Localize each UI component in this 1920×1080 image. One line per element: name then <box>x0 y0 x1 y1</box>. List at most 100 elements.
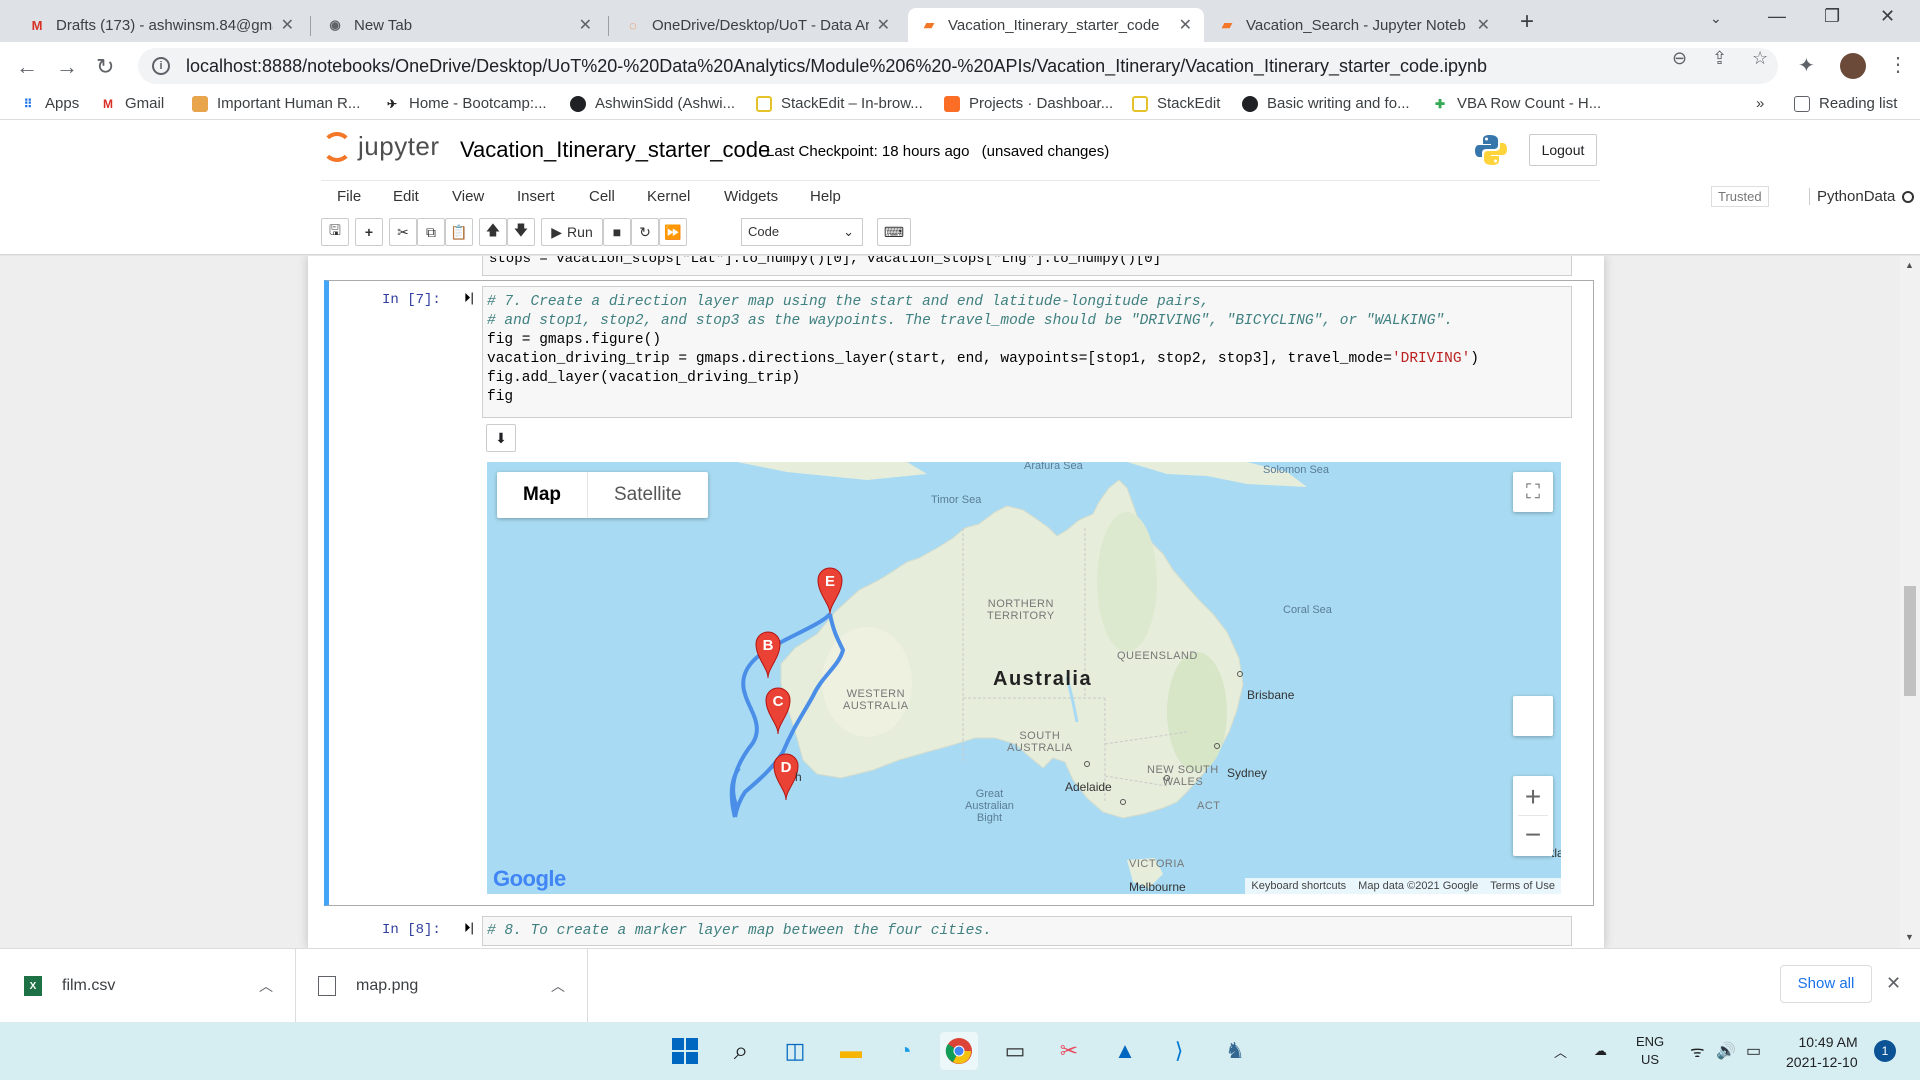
bookmark-basic-writing[interactable]: Basic writing and fo... <box>1242 95 1410 112</box>
extensions-icon[interactable]: ✦ <box>1798 53 1815 78</box>
map-type-map-button[interactable]: Map <box>497 472 588 518</box>
clock[interactable]: 10:49 AM 2021-12-10 <box>1786 1032 1858 1072</box>
onedrive-tray[interactable]: ☁ <box>1594 1022 1607 1080</box>
zoom-out-button[interactable]: − <box>1525 816 1541 854</box>
run-button[interactable]: ▶ Run <box>541 218 603 246</box>
download-item-map-png[interactable]: map.png ︿ <box>296 949 588 1023</box>
download-map-button[interactable]: ⬇ <box>486 424 516 452</box>
cell-type-select[interactable]: Code ⌄ <box>741 218 863 246</box>
map-type-satellite-button[interactable]: Satellite <box>588 472 708 518</box>
bookmark-github-ashwin[interactable]: AshwinSidd (Ashwi... <box>570 95 735 112</box>
chrome-taskbar-button[interactable] <box>940 1032 978 1070</box>
logout-button[interactable]: Logout <box>1529 134 1597 166</box>
close-window-button[interactable]: ✕ <box>1880 6 1895 27</box>
search-taskbar-button[interactable]: ⌕ <box>722 1032 760 1070</box>
bookmark-gmail[interactable]: M Gmail <box>100 95 164 112</box>
show-all-downloads-button[interactable]: Show all <box>1780 965 1872 1003</box>
close-icon[interactable]: ✕ <box>281 15 294 35</box>
save-button[interactable]: 🖫 <box>321 218 349 246</box>
menu-kernel[interactable]: Kernel <box>647 188 690 205</box>
run-indicator-icon[interactable]: ⏵| <box>464 920 474 936</box>
cell-7-input[interactable]: # 7. Create a direction layer map using … <box>482 286 1572 418</box>
close-icon[interactable]: ✕ <box>1477 15 1490 35</box>
cut-cell-button[interactable]: ✂ <box>389 218 417 246</box>
bookmark-human-resources[interactable]: Important Human R... <box>192 95 360 112</box>
copy-cell-button[interactable]: ⧉ <box>417 218 445 246</box>
menu-insert[interactable]: Insert <box>517 188 555 205</box>
trusted-indicator[interactable]: Trusted <box>1711 186 1769 207</box>
site-info-icon[interactable]: i <box>152 57 170 75</box>
fullscreen-button[interactable]: ⛶ <box>1513 472 1553 512</box>
tab-vacation-itinerary[interactable]: ▰ Vacation_Itinerary_starter_code ✕ <box>908 8 1204 42</box>
tab-gmail[interactable]: M Drafts (173) - ashwinsm.84@gma ✕ <box>16 8 306 42</box>
notebook-name[interactable]: Vacation_Itinerary_starter_code <box>460 137 770 163</box>
tab-vacation-search[interactable]: ▰ Vacation_Search - Jupyter Noteb ✕ <box>1206 8 1502 42</box>
interrupt-kernel-button[interactable]: ■ <box>603 218 631 246</box>
close-icon[interactable]: ✕ <box>1886 973 1901 994</box>
bookmark-apps[interactable]: ⠿ Apps <box>20 95 80 112</box>
tray-overflow[interactable]: ︿ <box>1554 1022 1567 1080</box>
edge-button[interactable]: ◔ <box>886 1032 924 1070</box>
insert-cell-button[interactable]: + <box>355 218 383 246</box>
language-indicator[interactable]: ENG US <box>1636 1022 1664 1080</box>
close-icon[interactable]: ✕ <box>877 15 890 35</box>
task-view-button[interactable]: ◫ <box>776 1032 814 1070</box>
google-logo[interactable]: Google <box>493 866 566 892</box>
back-button[interactable]: ← <box>16 54 38 80</box>
battery-tray[interactable]: ▭ <box>1746 1022 1761 1080</box>
notification-badge[interactable]: 1 <box>1874 1040 1896 1062</box>
bookmarks-overflow[interactable]: » <box>1756 95 1764 112</box>
profile-avatar[interactable] <box>1840 53 1866 79</box>
bookmark-gitlab-projects[interactable]: Projects · Dashboar... <box>944 95 1113 112</box>
restart-kernel-button[interactable]: ↻ <box>631 218 659 246</box>
google-map[interactable]: E B C D Arafura Sea Timor Sea Solomon Se… <box>487 462 1561 894</box>
vscode-button[interactable]: ⟩ <box>1160 1032 1198 1070</box>
volume-tray[interactable]: 🔊 <box>1716 1022 1736 1080</box>
minimize-button[interactable]: — <box>1768 6 1786 27</box>
command-palette-button[interactable]: ⌨ <box>877 218 911 246</box>
tab-new-tab[interactable]: ◉ New Tab ✕ <box>314 8 604 42</box>
postgres-button[interactable]: ♞ <box>1216 1032 1254 1070</box>
chevron-up-icon[interactable]: ︿ <box>551 976 565 996</box>
restart-run-all-button[interactable]: ⏩ <box>659 218 687 246</box>
scroll-down-icon[interactable]: ▼ <box>1905 932 1914 942</box>
jupyter-logo[interactable]: jupyter <box>322 131 440 162</box>
zoom-icon[interactable]: ⊖ <box>1672 48 1687 69</box>
keyboard-shortcuts-link[interactable]: Keyboard shortcuts <box>1245 878 1352 894</box>
previous-cell-input[interactable]: stops = vacation_stops["Lat"].to_numpy()… <box>482 256 1572 276</box>
cell-8-input[interactable]: # 8. To create a marker layer map betwee… <box>482 916 1572 946</box>
scrollbar-thumb[interactable] <box>1904 586 1916 696</box>
marker-b[interactable]: B <box>755 631 781 679</box>
move-up-button[interactable]: 🡅 <box>479 218 507 246</box>
new-tab-button[interactable]: + <box>1520 8 1534 36</box>
paste-cell-button[interactable]: 📋 <box>445 218 473 246</box>
zoom-in-button[interactable]: + <box>1518 778 1548 816</box>
share-icon[interactable]: ⇪ <box>1712 48 1727 69</box>
notebook-container[interactable]: stops = vacation_stops["Lat"].to_numpy()… <box>0 256 1920 948</box>
menu-edit[interactable]: Edit <box>393 188 419 205</box>
terminal-button[interactable]: ▭ <box>996 1032 1034 1070</box>
marker-c[interactable]: C <box>765 687 791 735</box>
bookmark-stackedit[interactable]: StackEdit <box>1132 95 1220 112</box>
move-down-button[interactable]: 🡇 <box>507 218 535 246</box>
menu-help[interactable]: Help <box>810 188 841 205</box>
bookmark-star-icon[interactable]: ☆ <box>1752 48 1768 69</box>
bookmark-bootcamp[interactable]: ✈ Home - Bootcamp:... <box>384 95 547 112</box>
bookmark-stackedit-inbrowser[interactable]: StackEdit – In-brow... <box>756 95 923 112</box>
reload-button[interactable]: ↻ <box>96 54 114 80</box>
browser-menu-icon[interactable]: ⋮ <box>1888 52 1908 77</box>
snipping-tool-button[interactable]: ✂ <box>1050 1032 1088 1070</box>
close-icon[interactable]: ✕ <box>1179 15 1192 35</box>
menu-file[interactable]: File <box>337 188 361 205</box>
tab-search-icon[interactable]: ⌄ <box>1710 10 1722 27</box>
street-view-pegman[interactable] <box>1513 696 1553 736</box>
forward-button[interactable]: → <box>56 54 78 80</box>
close-icon[interactable]: ✕ <box>579 15 592 35</box>
menu-view[interactable]: View <box>452 188 484 205</box>
scroll-up-icon[interactable]: ▲ <box>1905 260 1914 270</box>
restore-button[interactable]: ❐ <box>1824 6 1840 27</box>
page-scrollbar[interactable]: ▲ ▼ <box>1900 256 1920 948</box>
file-explorer-button[interactable]: ▬ <box>832 1032 870 1070</box>
menu-cell[interactable]: Cell <box>589 188 615 205</box>
menu-widgets[interactable]: Widgets <box>724 188 778 205</box>
